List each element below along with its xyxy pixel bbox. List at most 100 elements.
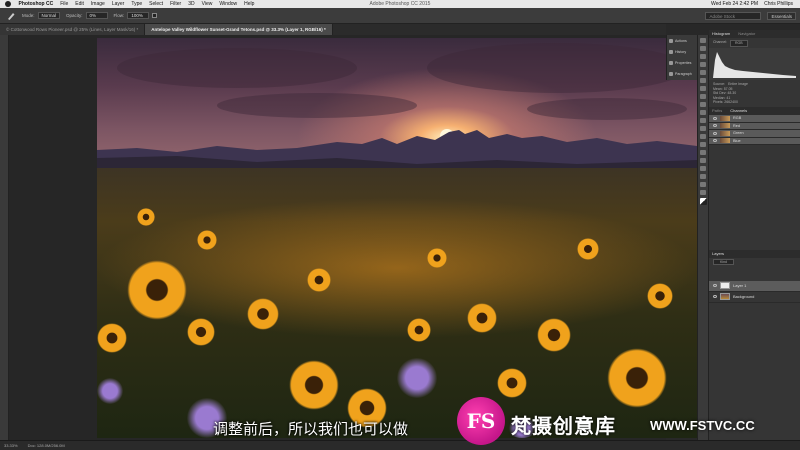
tab-navigator[interactable]: Navigator (738, 30, 755, 38)
history-brush-tool-icon[interactable] (700, 110, 706, 115)
video-subtitle: 调整前后，所以我们也可以做 (213, 420, 409, 438)
workspace-select[interactable]: Essentials (767, 11, 796, 20)
menu-image[interactable]: Image (87, 0, 108, 8)
tab-channels[interactable]: Channels (730, 107, 747, 115)
healing-tool-icon[interactable] (700, 86, 706, 91)
marquee-tool-icon[interactable] (700, 46, 706, 51)
tab-layers[interactable]: Layers (712, 250, 724, 258)
layers-tab: Layers (709, 250, 800, 258)
layers-panel: Layers Kind Layer 1 Background (709, 250, 800, 303)
eye-icon[interactable] (713, 124, 717, 128)
menubar-clock[interactable]: Wed Feb 24 2:42 PM (708, 0, 761, 8)
doc-size: Doc: 128.0M/256.0M (27, 443, 65, 448)
paragraph-icon (669, 71, 673, 76)
paragraph-panel-button[interactable]: Paragraph (667, 68, 697, 79)
color-swatches-icon[interactable] (699, 198, 707, 205)
brush-tool-icon (8, 12, 15, 20)
path-select-tool-icon[interactable] (700, 166, 706, 171)
document-photo[interactable] (97, 38, 697, 438)
tab-paths[interactable]: Paths (712, 107, 722, 115)
zoom-level[interactable]: 33.33% (4, 441, 18, 450)
tool-preset-picker[interactable] (6, 11, 16, 21)
menu-3d[interactable]: 3D (185, 0, 198, 8)
dodge-tool-icon[interactable] (700, 142, 706, 147)
apple-icon[interactable] (5, 1, 11, 7)
histogram-stats: Source: Entire Image Mean: 57.05 Std Dev… (713, 82, 797, 105)
tab-cottonwood[interactable]: © Cottonwood Rows Pioneer.psd @ 25% (Lin… (0, 24, 146, 35)
channels-tabs: Paths Channels (709, 107, 800, 115)
document-tabs: © Cottonwood Rows Pioneer.psd @ 25% (Lin… (0, 24, 666, 35)
actions-panel-button[interactable]: Actions (667, 35, 697, 46)
wildflower-meadow (97, 168, 697, 438)
airbrush-toggle[interactable] (152, 13, 158, 18)
menu-file[interactable]: File (57, 0, 72, 8)
channel-row[interactable]: RGB (709, 115, 800, 123)
properties-panel-button[interactable]: Properties (667, 57, 697, 68)
menu-photoshop[interactable]: Photoshop CC (15, 0, 57, 8)
mode-select[interactable]: Normal (37, 12, 61, 19)
status-bar: 33.33% Doc: 128.0M/256.0M (0, 440, 800, 450)
brush-tool-icon[interactable] (700, 94, 706, 99)
hand-tool-icon[interactable] (700, 182, 706, 187)
menu-view[interactable]: View (198, 0, 216, 8)
menu-type[interactable]: Type (128, 0, 146, 8)
menu-select[interactable]: Select (146, 0, 167, 8)
eye-icon[interactable] (713, 284, 717, 287)
gradient-tool-icon[interactable] (700, 126, 706, 131)
blur-tool-icon[interactable] (700, 134, 706, 139)
quick-select-tool-icon[interactable] (700, 62, 706, 67)
tools-panel (697, 35, 709, 440)
crop-tool-icon[interactable] (700, 70, 706, 75)
eye-icon[interactable] (713, 295, 717, 298)
stat-pixels: Pixels: 2662400 (713, 100, 738, 104)
lasso-tool-icon[interactable] (700, 54, 706, 59)
layer-row[interactable]: Background (709, 292, 800, 303)
flow-field[interactable]: 100% (127, 12, 150, 19)
shape-tool-icon[interactable] (700, 174, 706, 179)
tab-histogram[interactable]: Histogram (712, 30, 730, 38)
menu-help[interactable]: Help (241, 0, 258, 8)
channel-row[interactable]: Blue (709, 137, 800, 145)
menu-layer[interactable]: Layer (108, 0, 128, 8)
eye-icon[interactable] (713, 131, 717, 135)
opacity-label: Opacity: (66, 13, 83, 18)
tab-antelope-valley[interactable]: Antelope Valley Wildflower Sunset-Grand … (145, 24, 333, 35)
stamp-tool-icon[interactable] (700, 102, 706, 107)
eyedropper-tool-icon[interactable] (700, 78, 706, 83)
menubar-user[interactable]: Chris Phillips (761, 0, 796, 8)
menu-filter[interactable]: Filter (167, 0, 185, 8)
watermark-url: WWW.FSTVC.CC (650, 418, 755, 433)
properties-icon (669, 60, 673, 65)
zoom-tool-icon[interactable] (700, 190, 706, 195)
histogram-tabs: Histogram Navigator (709, 30, 800, 38)
eye-icon[interactable] (713, 116, 717, 120)
histogram-graph (709, 48, 800, 80)
stock-search-input[interactable]: Adobe Stock (705, 11, 762, 20)
eraser-tool-icon[interactable] (700, 118, 706, 123)
history-panel-button[interactable]: History (667, 46, 697, 57)
eye-icon[interactable] (713, 139, 717, 143)
move-tool-icon[interactable] (700, 38, 706, 43)
source-label: Source: (713, 82, 726, 86)
type-tool-icon[interactable] (700, 158, 706, 163)
mode-label: Mode: (22, 13, 35, 18)
channel-select[interactable]: RGB (730, 40, 748, 47)
menu-window[interactable]: Window (216, 0, 241, 8)
channel-row[interactable]: Green (709, 130, 800, 138)
channel-row[interactable]: Red (709, 122, 800, 130)
pen-tool-icon[interactable] (700, 150, 706, 155)
collapsed-panels: Actions History Properties Paragraph (666, 35, 697, 80)
layer-row[interactable]: Layer 1 (709, 280, 800, 292)
opacity-field[interactable]: 0% (85, 12, 108, 19)
watermark-name: 梵摄创意库 (511, 414, 616, 438)
layer-filter-select[interactable]: Kind (713, 259, 735, 265)
left-toolbar (0, 35, 9, 440)
mac-menubar: Photoshop CC File Edit Image Layer Type … (0, 0, 800, 8)
histogram-chart (713, 52, 796, 78)
channel-label: Channel: (713, 40, 728, 44)
source-select[interactable]: Entire Image (728, 82, 748, 87)
options-bar: Mode: Normal Opacity: 0% Flow: 100% Adob… (0, 8, 800, 24)
play-icon (669, 38, 673, 43)
channels-panel: Paths Channels RGB Red Green Blue (709, 107, 800, 145)
menu-edit[interactable]: Edit (72, 0, 88, 8)
